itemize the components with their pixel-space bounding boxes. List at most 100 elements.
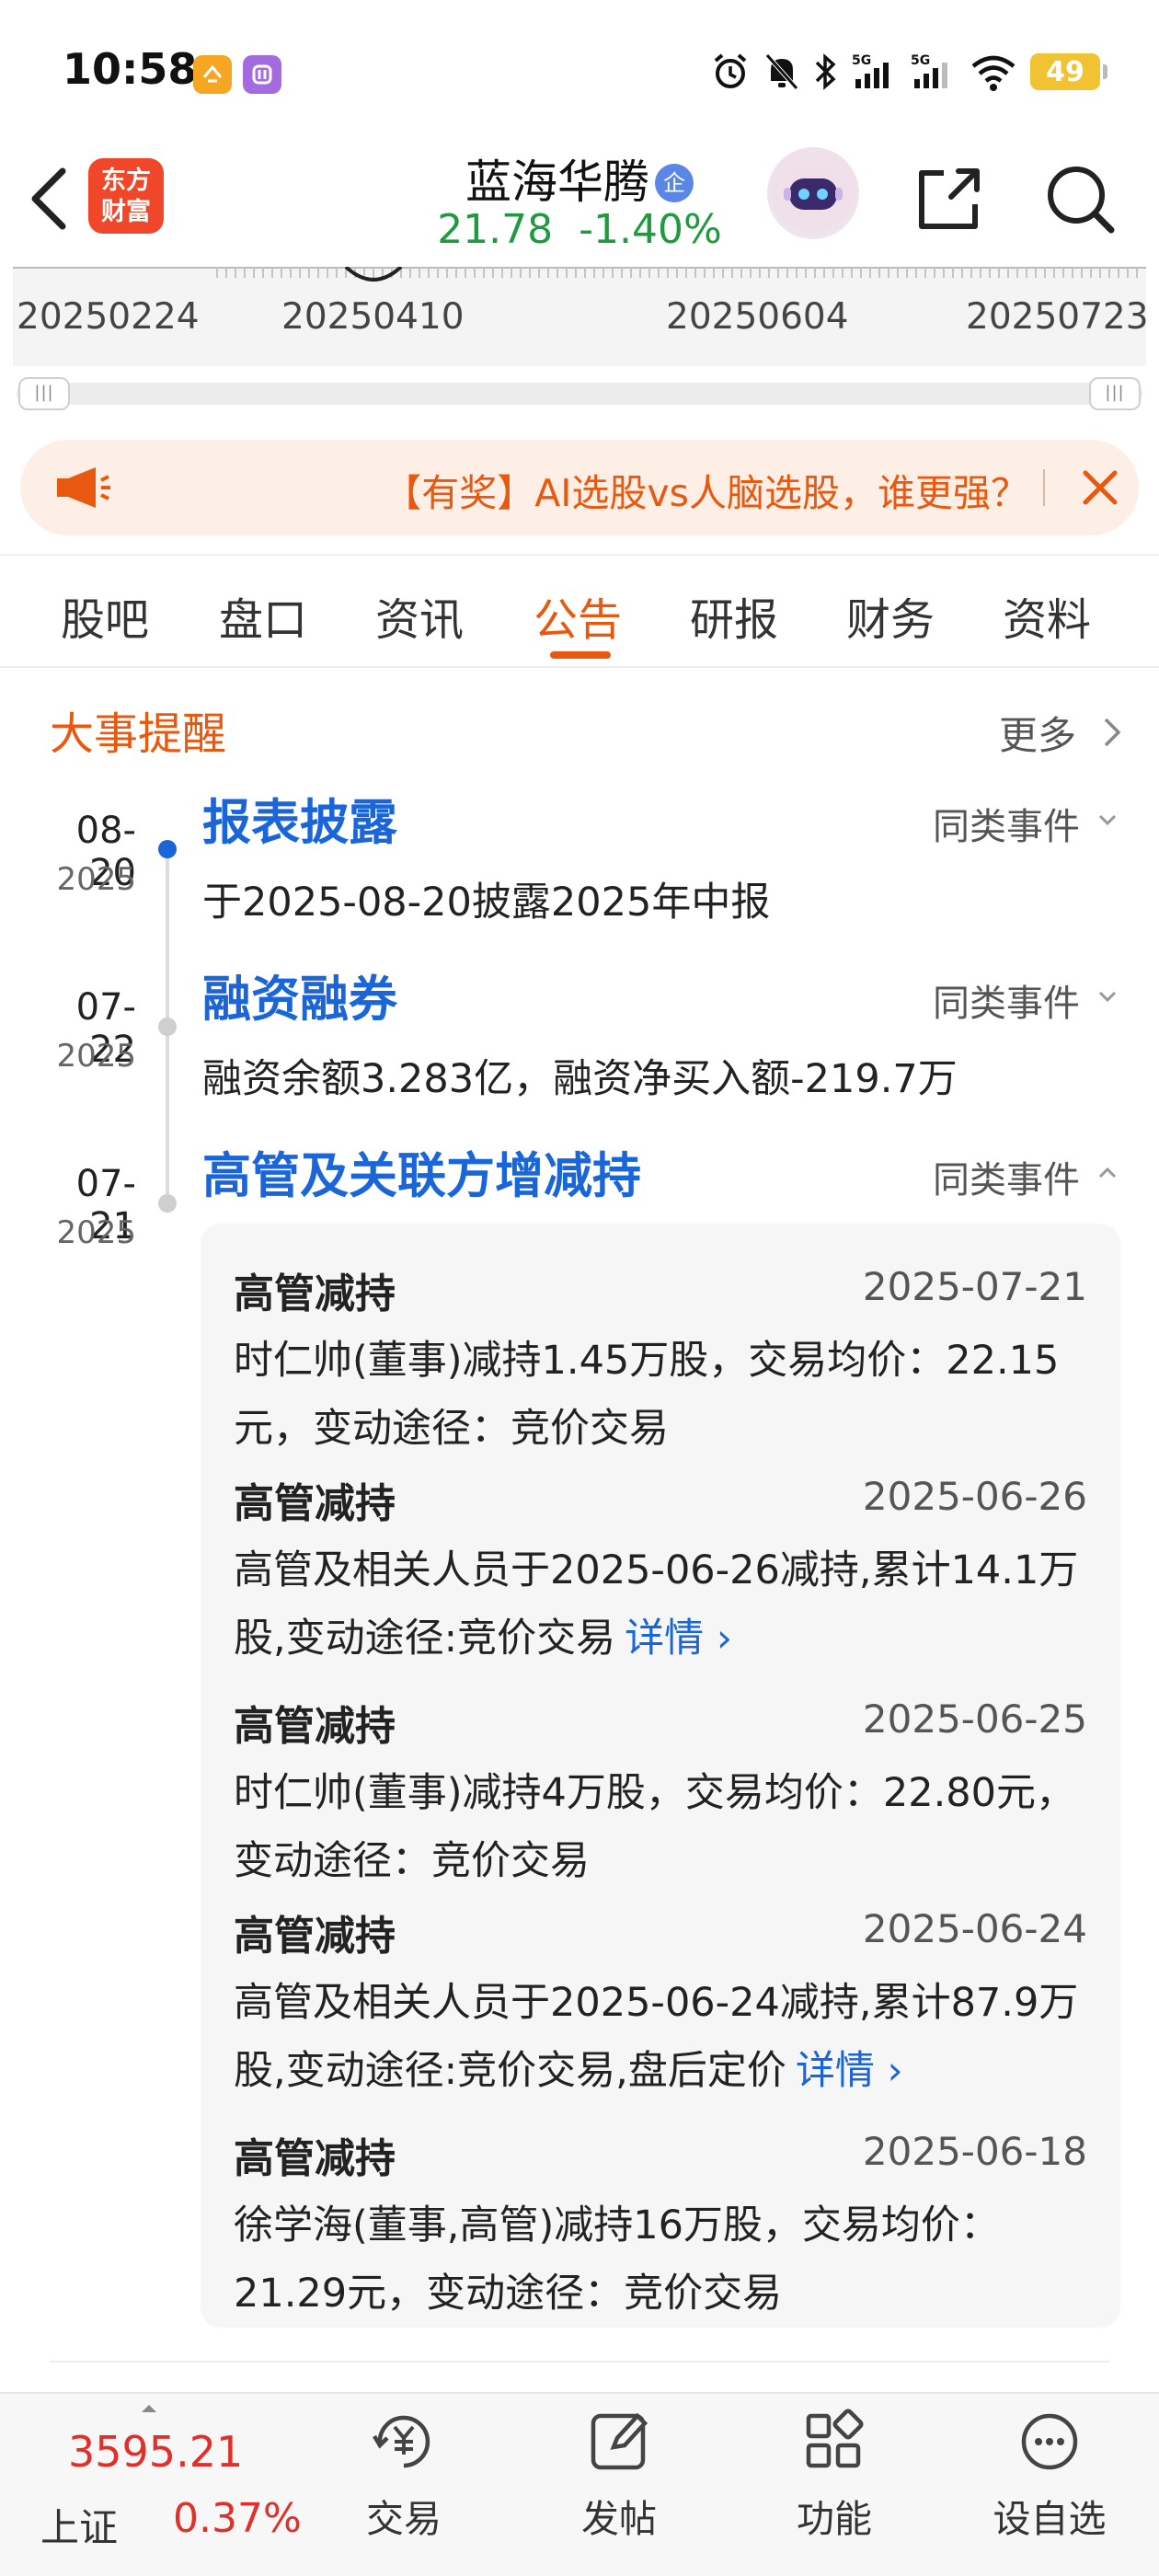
mute-icon [763, 52, 800, 92]
tab-news[interactable]: 资讯 [375, 583, 464, 648]
axis-date-label: 20250224 [17, 296, 200, 338]
details-link[interactable]: 详情 › [796, 2048, 903, 2094]
trade-text: 时仁帅(董事)减持4万股，交易均价：22.80元，变动途径：竞价交易 [234, 1770, 1076, 1884]
trade-date: 2025-06-26 [862, 1474, 1087, 1519]
chevron-right-icon[interactable] [1100, 714, 1124, 751]
trade-type: 高管减持 [234, 2135, 396, 2182]
event-year: 2025 [56, 1214, 136, 1251]
more-link[interactable]: 更多 [999, 705, 1076, 761]
add-watchlist-label: 设自选 [993, 2497, 1107, 2541]
divider [50, 2361, 1109, 2363]
insider-trades-card: 高管减持 2025-07-21 时仁帅(董事)减持1.45万股，交易均价：22.… [201, 1224, 1120, 2328]
event-desc: 于2025-08-20披露2025年中报 [202, 880, 771, 926]
wifi-icon [970, 52, 1017, 92]
stock-change-pct: -1.40% [579, 206, 722, 253]
stock-header: 东方财富 蓝海华腾企 21.78 -1.40% [0, 138, 1159, 267]
enterprise-cert-icon: 企 [655, 164, 694, 202]
promo-text: 【有奖】AI选股vs人脑选股，谁更强？ [384, 471, 1028, 515]
status-bar: 10:58 5G 5G 49 [0, 0, 1159, 138]
trade-type: 高管减持 [234, 1703, 396, 1750]
similar-events-button[interactable]: 同类事件 [933, 1150, 1080, 1203]
event-year: 2025 [56, 861, 136, 898]
tab-research[interactable]: 研报 [690, 583, 778, 648]
svg-text:5G: 5G [911, 53, 930, 68]
kline-chart-axis[interactable]: 20250224 20250410 20250604 20250723 [13, 267, 1149, 366]
post-button[interactable]: 发帖 [550, 2407, 688, 2543]
timeline-dot [158, 1194, 177, 1213]
index-value: 3595.21 [68, 2427, 244, 2477]
details-link[interactable]: 详情 › [625, 1616, 732, 1662]
promo-divider [1043, 469, 1045, 506]
promo-banner[interactable]: 【有奖】AI选股vs人脑选股，谁更强？ [20, 440, 1139, 535]
app-notification-icon [243, 55, 281, 94]
trade-text: 高管及相关人员于2025-06-26减持,累计14.1万股,变动途径:竞价交易详… [234, 1536, 1098, 1673]
trade-text: 徐学海(董事,高管)减持16万股，交易均价：21.29元，变动途径：竞价交易 [234, 2202, 1000, 2317]
event-desc: 融资余额3.283亿，融资净买入额-219.7万 [202, 1056, 958, 1102]
status-time: 10:58 [63, 44, 198, 94]
add-watchlist-button[interactable]: 设自选 [981, 2407, 1119, 2543]
svg-text:5G: 5G [852, 53, 871, 68]
functions-label: 功能 [797, 2497, 872, 2541]
range-handle-left[interactable]: ||| [18, 377, 70, 410]
battery-level: 49 [1046, 55, 1084, 88]
grid-apps-icon [806, 2409, 864, 2468]
details-link-label: 详情 [795, 2048, 875, 2094]
timeline-dot [158, 840, 177, 858]
share-icon[interactable] [911, 160, 988, 237]
app-notification-icon [193, 55, 232, 94]
axis-date-label: 20250604 [666, 296, 849, 338]
tab-finance[interactable]: 财务 [846, 583, 935, 648]
details-link-label: 详情 [625, 1616, 705, 1662]
event-title[interactable]: 报表披露 [202, 784, 397, 854]
bottom-toolbar: 3595.21 上证 0.37% 交易 发帖 功能 设自选 [0, 2392, 1159, 2576]
chevron-up-icon[interactable] [1095, 1163, 1120, 1181]
battery-icon: 49 [1030, 53, 1107, 90]
index-change: 0.37% [173, 2495, 302, 2542]
chart-range-scrollbar[interactable]: ||| ||| [17, 377, 1142, 410]
tab-announcements[interactable]: 公告 [534, 583, 622, 648]
trade-label: 交易 [366, 2497, 442, 2541]
tab-pankou[interactable]: 盘口 [219, 583, 307, 648]
trade-button[interactable]: 交易 [335, 2407, 473, 2543]
event-title[interactable]: 高管及关联方增减持 [202, 1137, 641, 1207]
similar-events-button[interactable]: 同类事件 [933, 797, 1080, 850]
signal-5g-icon: 5G [911, 52, 957, 92]
yuan-refresh-icon [373, 2415, 430, 2468]
bluetooth-icon [813, 52, 839, 92]
tab-profile[interactable]: 资料 [1003, 583, 1091, 648]
range-handle-right[interactable]: ||| [1089, 377, 1141, 410]
event-year: 2025 [56, 1038, 136, 1075]
stock-price: 21.78 [437, 206, 554, 253]
trade-type: 高管减持 [234, 1480, 396, 1527]
close-icon[interactable] [1078, 466, 1122, 510]
axis-date-label: 20250410 [281, 296, 465, 338]
chevron-down-icon[interactable] [1095, 811, 1120, 830]
alarm-icon [710, 52, 751, 92]
tab-guba[interactable]: 股吧 [61, 583, 149, 648]
trade-text: 高管及相关人员于2025-06-24减持,累计87.9万股,变动途径:竞价交易,… [234, 1969, 1098, 2105]
similar-events-button[interactable]: 同类事件 [933, 973, 1080, 1027]
trade-date: 2025-06-24 [862, 1906, 1087, 1951]
event-title[interactable]: 融资融券 [202, 960, 397, 1030]
timeline-dot [158, 1018, 177, 1036]
chart-tick-ruler [13, 267, 1146, 282]
section-title: 大事提醒 [50, 708, 227, 760]
axis-date-label: 20250723 [966, 296, 1149, 338]
status-icons: 5G 5G 49 [710, 46, 1107, 98]
trade-date: 2025-07-21 [862, 1264, 1087, 1309]
trade-date: 2025-06-25 [862, 1696, 1087, 1742]
chevron-down-icon[interactable] [1095, 988, 1120, 1006]
more-dots-icon [1021, 2413, 1078, 2470]
edit-icon [591, 2412, 648, 2470]
trade-date: 2025-06-18 [862, 2129, 1087, 2174]
stock-tabs: 股吧 盘口 资讯 公告 研报 财务 资料 [0, 554, 1159, 668]
trade-text-body: 高管及相关人员于2025-06-24减持,累计87.9万股,变动途径:竞价交易,… [234, 1980, 1079, 2094]
trade-type: 高管减持 [234, 1271, 396, 1317]
functions-button[interactable]: 功能 [765, 2407, 903, 2543]
ai-assistant-robot-icon[interactable] [767, 147, 859, 239]
caret-up-icon[interactable] [140, 2403, 158, 2414]
search-icon[interactable] [1041, 160, 1119, 237]
trade-text: 时仁帅(董事)减持1.45万股，交易均价：22.15元，变动途径：竞价交易 [234, 1338, 1060, 1452]
active-tab-indicator [550, 651, 611, 659]
post-label: 发帖 [581, 2497, 657, 2541]
